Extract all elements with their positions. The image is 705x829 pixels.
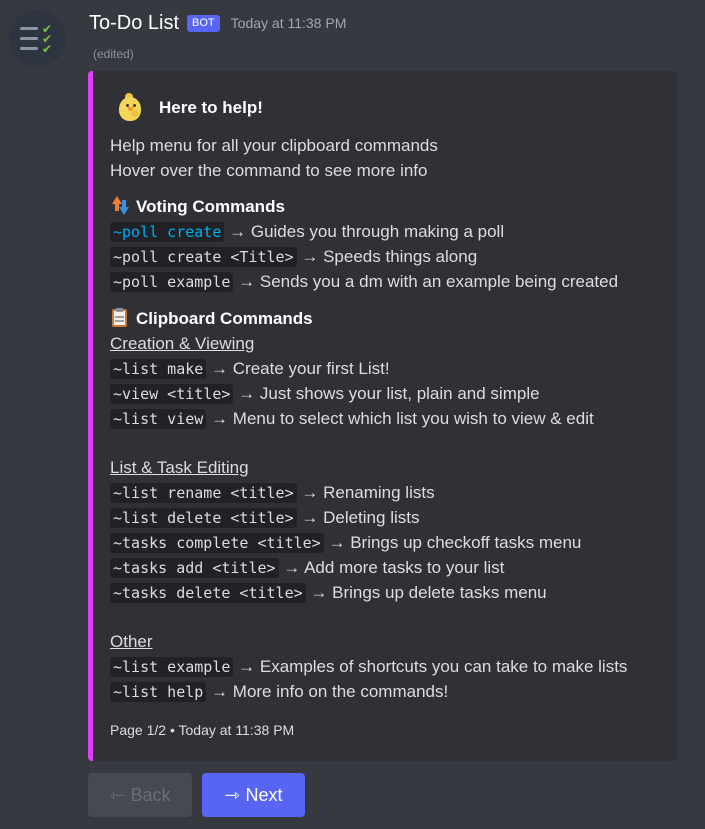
clipboard-icon [110,308,129,327]
embed-footer: Page 1/2 • Today at 11:38 PM [110,722,294,738]
up-down-arrows-icon [110,196,129,215]
command-code[interactable]: ~list make [110,359,207,379]
section-heading: List & Task Editing [110,458,249,477]
embed-description: Help menu for all your clipboard command… [110,133,670,704]
footer-separator: • [169,722,175,738]
right-arrow-icon: ⇾ [224,784,240,805]
footer-timestamp: Today at 11:38 PM [178,722,295,738]
command-row: ~list help → More info on the commands! [110,679,670,704]
command-code[interactable]: ~tasks complete <title> [110,533,324,553]
back-button[interactable]: ⇽ Back [88,773,192,817]
command-code[interactable]: ~view <title> [110,384,234,404]
command-code[interactable]: ~list delete <title> [110,508,297,528]
next-button-label: Next [245,784,283,805]
chick-icon [116,93,144,123]
command-code[interactable]: ~list rename <title> [110,483,297,503]
command-row: ~tasks complete <title> → Brings up chec… [110,530,670,555]
command-code[interactable]: ~tasks add <title> [110,558,279,578]
command-code[interactable]: ~poll example [110,272,234,292]
command-row: ~list view → Menu to select which list y… [110,406,670,431]
username[interactable]: To-Do List [89,12,179,35]
command-row: ~tasks delete <title> → Brings up delete… [110,580,670,605]
command-row: ~list example → Examples of shortcuts yo… [110,654,670,679]
intro-line: Help menu for all your clipboard command… [110,136,438,155]
bot-avatar[interactable]: ✔ ✔ ✔ [9,10,66,67]
command-code[interactable]: ~list example [110,657,234,677]
command-row: ~list rename <title> → Renaming lists [110,480,670,505]
edited-label: (edited) [93,47,134,61]
message-header: To-Do List BOT Today at 11:38 PM [89,9,346,37]
help-embed: Here to help! Help menu for all your cli… [88,71,677,761]
section-heading: Other [110,632,153,651]
command-row: ~poll create <Title> → Speeds things alo… [110,244,670,269]
voting-heading: Voting Commands [110,194,670,219]
next-button[interactable]: ⇾ Next [202,773,305,817]
command-row: ~tasks add <title> → Add more tasks to y… [110,555,670,580]
message-timestamp: Today at 11:38 PM [230,15,347,31]
command-row: ~poll create → Guides you through making… [110,219,670,244]
command-code[interactable]: ~list view [110,409,207,429]
section-heading: Creation & Viewing [110,334,255,353]
command-code[interactable]: ~tasks delete <title> [110,583,306,603]
command-row: ~poll example → Sends you a dm with an e… [110,269,670,294]
clipboard-heading: Clipboard Commands [110,306,670,331]
embed-author: Here to help! [116,93,263,123]
command-row: ~list make → Create your first List! [110,356,670,381]
bot-message: ✔ ✔ ✔ To-Do List BOT Today at 11:38 PM (… [0,0,705,829]
left-arrow-icon: ⇽ [109,784,125,805]
command-row: ~view <title> → Just shows your list, pl… [110,381,670,406]
command-code[interactable]: ~poll create <Title> [110,247,297,267]
command-row: ~list delete <title> → Deleting lists [110,505,670,530]
page-indicator: Page 1/2 [110,722,167,738]
bot-tag: BOT [187,14,220,32]
intro-line: Hover over the command to see more info [110,161,428,180]
command-code[interactable]: ~list help [110,682,207,702]
command-code[interactable]: ~poll create [110,222,225,242]
back-button-label: Back [130,784,171,805]
embed-author-name: Here to help! [159,98,263,117]
